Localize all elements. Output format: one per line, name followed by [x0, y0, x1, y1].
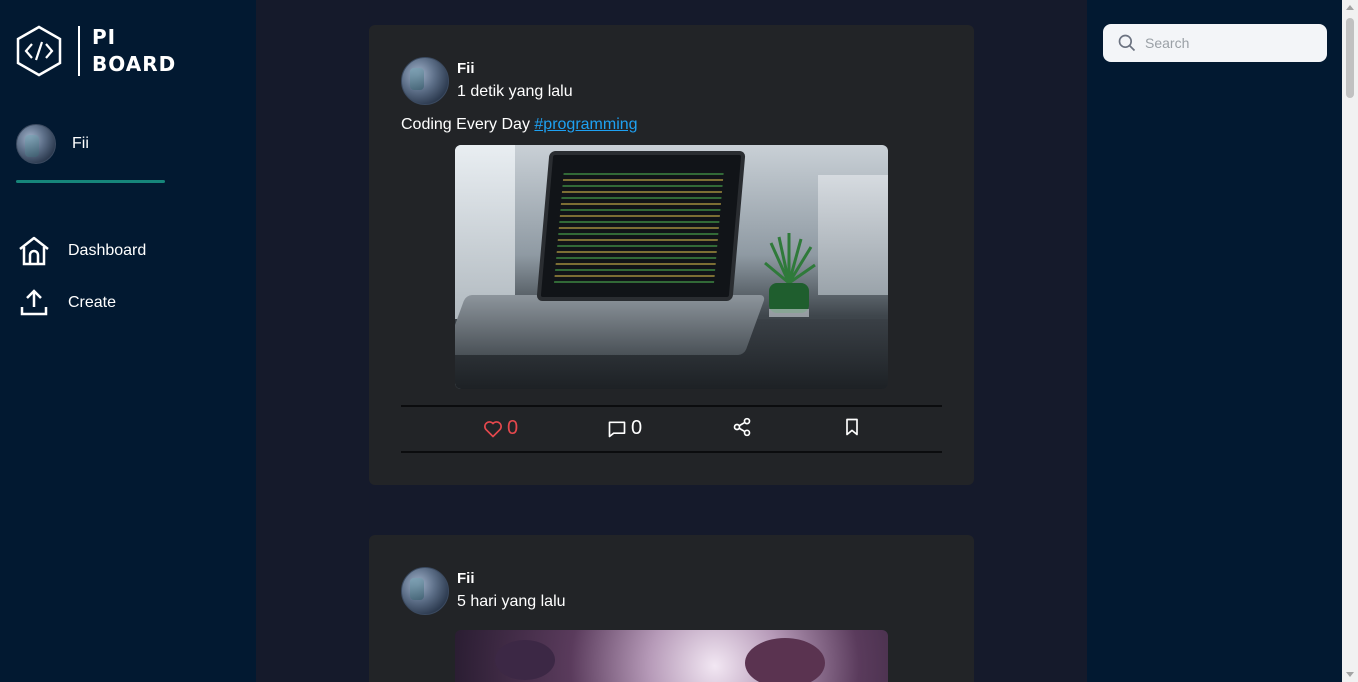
brand-line-1: PI — [92, 25, 117, 49]
sidebar: PI BOARD Fii Dashboard Create — [0, 0, 256, 682]
post-actions: 0 0 — [401, 405, 942, 453]
brand-name: PI BOARD — [92, 24, 176, 78]
post-author[interactable]: Fii — [457, 60, 573, 77]
search-icon — [1118, 34, 1136, 52]
profile-name: Fii — [72, 135, 89, 152]
like-button[interactable]: 0 — [483, 417, 518, 440]
sidebar-profile[interactable]: Fii — [16, 124, 89, 164]
sidebar-item-create[interactable]: Create — [18, 286, 146, 320]
scroll-up-icon[interactable] — [1346, 5, 1354, 10]
heart-icon — [484, 420, 502, 437]
profile-underline — [16, 180, 165, 183]
sidebar-item-label: Dashboard — [68, 242, 147, 259]
sidebar-item-label: Create — [68, 294, 117, 311]
plant-illustration — [764, 233, 816, 317]
post-card: Fii 1 detik yang lalu Coding Every Day #… — [369, 25, 974, 485]
comment-button[interactable]: 0 — [607, 417, 642, 440]
like-count: 0 — [507, 417, 519, 439]
post-header: Fii 1 detik yang lalu — [401, 57, 573, 105]
scrollbar[interactable] — [1342, 0, 1358, 682]
upload-icon — [20, 289, 48, 316]
post-header: Fii 5 hari yang lalu — [401, 567, 566, 615]
post-author[interactable]: Fii — [457, 570, 566, 587]
author-avatar[interactable] — [401, 57, 449, 105]
logo-divider — [78, 26, 80, 76]
hashtag-link[interactable]: #programming — [534, 116, 637, 133]
comment-icon — [608, 421, 626, 437]
bookmark-icon — [846, 418, 858, 436]
search-box — [1103, 24, 1327, 62]
code-hexagon-icon — [16, 25, 62, 77]
scroll-thumb[interactable] — [1346, 18, 1354, 98]
avatar — [16, 124, 56, 164]
scroll-down-icon[interactable] — [1346, 672, 1354, 677]
post-timestamp: 5 hari yang lalu — [457, 593, 566, 610]
share-button[interactable] — [732, 417, 752, 437]
post-timestamp: 1 detik yang lalu — [457, 83, 573, 100]
post-image[interactable] — [455, 630, 888, 682]
sidebar-item-dashboard[interactable]: Dashboard — [18, 234, 146, 268]
bookmark-button[interactable] — [842, 417, 862, 437]
sidebar-nav: Dashboard Create — [18, 234, 146, 338]
search-input[interactable] — [1145, 35, 1325, 51]
home-icon — [19, 236, 49, 266]
post-card: Fii 5 hari yang lalu — [369, 535, 974, 682]
post-caption: Coding Every Day #programming — [401, 116, 638, 134]
comment-count: 0 — [631, 417, 643, 439]
caption-text: Coding Every Day — [401, 116, 530, 133]
post-image[interactable] — [455, 145, 888, 389]
author-avatar[interactable] — [401, 567, 449, 615]
logo[interactable]: PI BOARD — [16, 24, 176, 78]
brand-line-2: BOARD — [92, 52, 177, 76]
share-icon — [733, 417, 751, 437]
right-column — [1087, 0, 1342, 682]
